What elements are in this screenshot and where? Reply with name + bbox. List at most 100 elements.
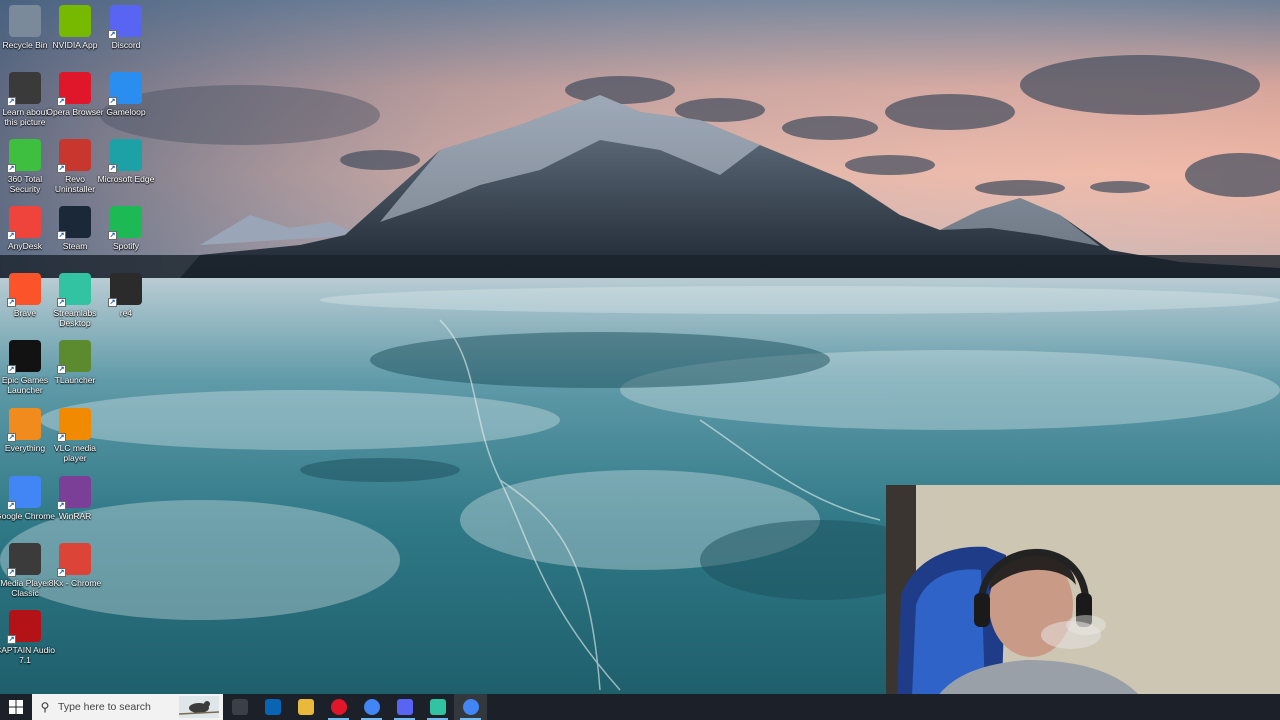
desktop-icon-steam[interactable]: ↗ Steam (50, 206, 100, 272)
shortcut-arrow-icon: ↗ (57, 298, 66, 307)
desktop-icon-gameloop[interactable]: ↗ Gameloop (101, 72, 151, 138)
desktop-icon-label: 8Kx - Chrome (48, 578, 102, 588)
shortcut-arrow-icon: ↗ (108, 30, 117, 39)
captain-audio-icon: ↗ (7, 610, 41, 644)
shortcut-arrow-icon: ↗ (7, 365, 16, 374)
desktop-icon-anydesk[interactable]: ↗ AnyDesk (0, 206, 50, 272)
spotify-icon: ↗ (108, 206, 142, 240)
shortcut-arrow-icon: ↗ (7, 635, 16, 644)
desktop-icon-label: TLauncher (54, 375, 96, 385)
shortcut-arrow-icon: ↗ (57, 501, 66, 510)
tlauncher-icon: ↗ (57, 340, 91, 374)
vlc-icon: ↗ (57, 408, 91, 442)
desktop-icon-tlauncher[interactable]: ↗ TLauncher (50, 340, 100, 406)
search-highlight-bird-icon (179, 696, 219, 718)
folder-icon (297, 699, 314, 715)
shortcut-arrow-icon: ↗ (7, 568, 16, 577)
taskbar-opera[interactable] (322, 694, 355, 720)
winrar-icon: ↗ (57, 476, 91, 510)
desktop-icon-grid: Recycle Bin NVIDIA App ↗ Discord ↗ Learn abou… (0, 0, 160, 694)
revo-uninstaller-icon: ↗ (57, 139, 91, 173)
chrome-icon (363, 699, 380, 715)
desktop-icon-security-360[interactable]: ↗ 360 Total Security (0, 139, 50, 205)
shortcut-arrow-icon: ↗ (57, 365, 66, 374)
shortcut-arrow-icon: ↗ (57, 568, 66, 577)
taskbar-chrome-profile[interactable] (454, 694, 487, 720)
desktop-icon-learn-picture[interactable]: ↗ Learn about this picture (0, 72, 50, 138)
desktop-icon-vlc[interactable]: ↗ VLC media player (50, 408, 100, 474)
shortcut-arrow-icon: ↗ (57, 231, 66, 240)
edge-icon: ↗ (108, 139, 142, 173)
chrome-icon (462, 699, 479, 715)
learn-picture-icon: ↗ (7, 72, 41, 106)
desktop-icon-opera[interactable]: ↗ Opera Browser (46, 72, 104, 138)
shortcut-arrow-icon: ↗ (108, 164, 117, 173)
streamlabs-icon: ↗ (57, 273, 91, 307)
desktop-icon-nvidia[interactable]: NVIDIA App (50, 5, 100, 71)
desktop-icon-recycle-bin[interactable]: Recycle Bin (0, 5, 50, 71)
desktop-icon-discord[interactable]: ↗ Discord (101, 5, 151, 71)
opera-icon: ↗ (57, 72, 91, 106)
discord-icon (396, 699, 413, 715)
search-icon: ⚲ (40, 700, 50, 714)
desktop-icon-label: Microsoft Edge (97, 174, 155, 184)
recycle-bin-icon (9, 5, 41, 37)
shortcut-arrow-icon: ↗ (108, 298, 117, 307)
shortcut-arrow-icon: ↗ (7, 298, 16, 307)
windows-logo-icon (9, 700, 23, 714)
brave-icon: ↗ (7, 273, 41, 307)
taskbar-search-box[interactable]: ⚲ Type here to search (32, 694, 223, 720)
task-view-icon (231, 699, 248, 715)
epic-games-icon: ↗ (7, 340, 41, 374)
desktop-icon-winrar[interactable]: ↗ WinRAR (50, 476, 100, 542)
shortcut-arrow-icon: ↗ (57, 433, 66, 442)
opera-icon (330, 699, 347, 715)
anydesk-icon: ↗ (7, 206, 41, 240)
shortcut-arrow-icon: ↗ (7, 501, 16, 510)
desktop-icon-brave[interactable]: ↗ Brave (0, 273, 50, 339)
taskbar-chrome[interactable] (355, 694, 388, 720)
desktop-icon-media-player-classic[interactable]: ↗ Media Player Classic (0, 543, 50, 609)
desktop-icon-streamlabs[interactable]: ↗ Streamlabs Desktop (50, 273, 100, 339)
desktop-icon-edge[interactable]: ↗ Microsoft Edge (98, 139, 154, 205)
desktop-icon-everything[interactable]: ↗ Everything (0, 408, 50, 474)
desktop-icon-label: re4 (119, 308, 133, 318)
taskbar-file-explorer[interactable] (289, 694, 322, 720)
search-placeholder: Type here to search (58, 701, 151, 713)
desktop-icon-epic-games[interactable]: ↗ Epic Games Launcher (0, 340, 50, 406)
desktop-icon-label: WinRAR (58, 511, 92, 521)
shortcut-arrow-icon: ↗ (108, 231, 117, 240)
desktop-icon-label: Discord (111, 40, 141, 50)
desktop-icon-label: Gameloop (106, 107, 146, 117)
shortcut-arrow-icon: ↗ (7, 97, 16, 106)
taskbar: ⚲ Type here to search (0, 694, 1280, 720)
shortcut-arrow-icon: ↗ (57, 97, 66, 106)
taskbar-task-view[interactable] (223, 694, 256, 720)
taskbar-streamlabs[interactable] (421, 694, 454, 720)
taskbar-microsoft-store[interactable] (256, 694, 289, 720)
desktop-icon-captain-audio[interactable]: ↗ CAPTAIN Audio 7.1 (0, 610, 55, 676)
desktop-icon-label: CAPTAIN Audio 7.1 (0, 645, 55, 665)
chrome-profile-icon: ↗ (57, 543, 91, 577)
everything-icon: ↗ (7, 408, 41, 442)
desktop-icon-label: VLC media player (53, 443, 97, 463)
desktop-icon-re4[interactable]: ↗ re4 (101, 273, 151, 339)
discord-icon: ↗ (108, 5, 142, 39)
desktop-icon-chrome-profile[interactable]: ↗ 8Kx - Chrome (49, 543, 101, 609)
shortcut-arrow-icon: ↗ (7, 164, 16, 173)
desktop-icon-revo-uninstaller[interactable]: ↗ Revo Uninstaller (50, 139, 100, 205)
shortcut-arrow-icon: ↗ (7, 433, 16, 442)
desktop-icon-chrome[interactable]: ↗ Google Chrome (0, 476, 55, 542)
start-button[interactable] (0, 694, 32, 720)
re4-icon: ↗ (108, 273, 142, 307)
security-360-icon: ↗ (7, 139, 41, 173)
store-icon (264, 699, 281, 715)
shortcut-arrow-icon: ↗ (57, 164, 66, 173)
shortcut-arrow-icon: ↗ (108, 97, 117, 106)
gameloop-icon: ↗ (108, 72, 142, 106)
desktop-icon-spotify[interactable]: ↗ Spotify (101, 206, 151, 272)
webcam-overlay (886, 485, 1280, 720)
taskbar-discord[interactable] (388, 694, 421, 720)
streamlabs-icon (429, 699, 446, 715)
shortcut-arrow-icon: ↗ (7, 231, 16, 240)
